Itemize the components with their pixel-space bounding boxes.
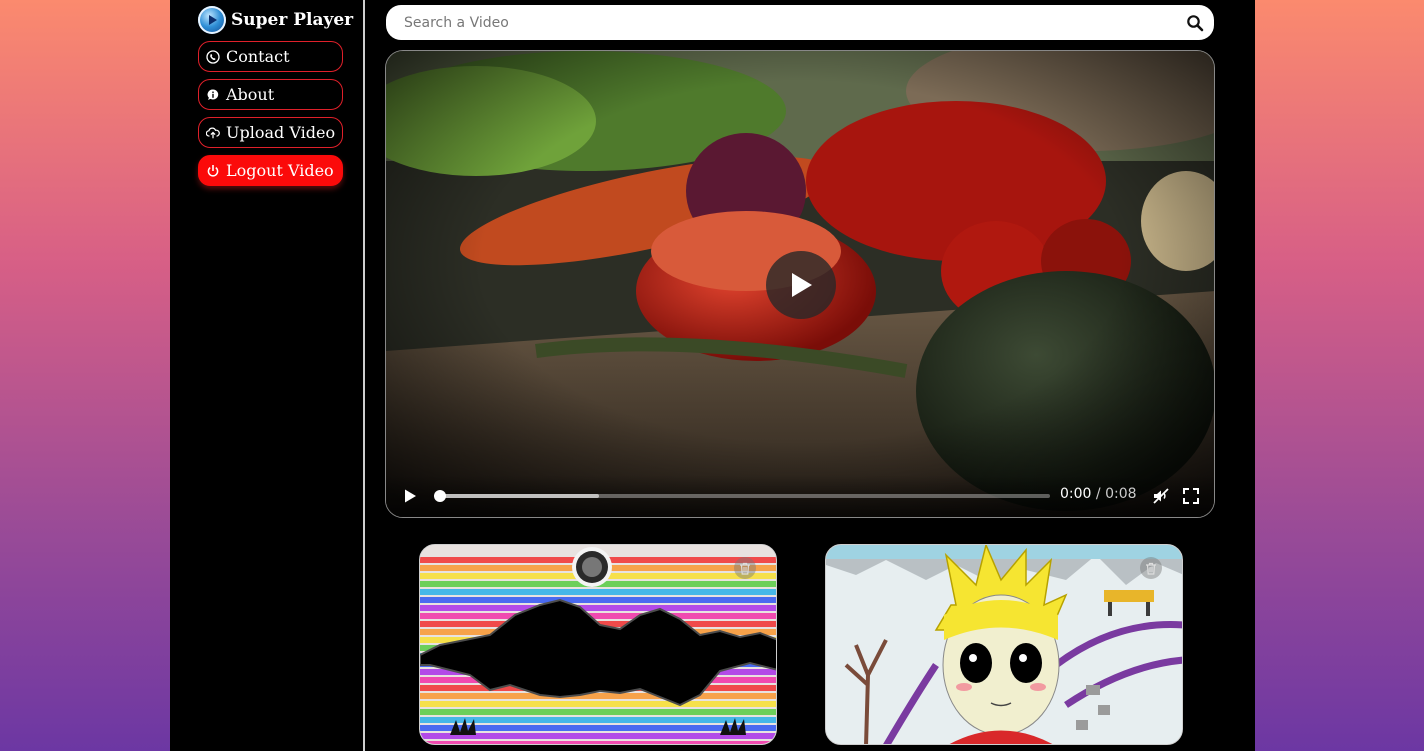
trash-icon bbox=[1146, 562, 1156, 575]
search-bar bbox=[386, 5, 1214, 40]
nav-about-button[interactable]: About bbox=[198, 79, 343, 110]
seek-bar[interactable] bbox=[434, 490, 1050, 502]
play-button[interactable] bbox=[402, 488, 418, 504]
mute-icon[interactable] bbox=[1152, 487, 1170, 505]
brand[interactable]: Super Player bbox=[198, 5, 353, 35]
fullscreen-icon[interactable] bbox=[1182, 487, 1200, 505]
phone-icon bbox=[206, 49, 220, 64]
search-icon[interactable] bbox=[1186, 14, 1204, 32]
video-card[interactable] bbox=[825, 544, 1183, 745]
current-time: 0:00 bbox=[1060, 486, 1092, 502]
video-thumbnail bbox=[420, 545, 776, 744]
seek-buffer bbox=[440, 494, 599, 498]
delete-video-button[interactable] bbox=[734, 557, 756, 579]
trash-icon bbox=[740, 562, 750, 575]
video-controls: 0:00 / 0:08 bbox=[386, 475, 1214, 517]
time-separator: / bbox=[1095, 486, 1101, 502]
duration: 0:08 bbox=[1105, 486, 1137, 502]
nav-contact-label: Contact bbox=[226, 47, 290, 66]
search-input[interactable] bbox=[402, 13, 1186, 32]
nav-logout-button[interactable]: Logout Video bbox=[198, 155, 343, 186]
big-play-button[interactable] bbox=[766, 251, 836, 319]
time-display: 0:00 / 0:08 bbox=[1060, 486, 1137, 502]
play-icon bbox=[792, 273, 812, 297]
nav-upload-button[interactable]: Upload Video bbox=[198, 117, 343, 148]
nav-upload-label: Upload Video bbox=[226, 123, 336, 142]
power-icon bbox=[206, 164, 220, 178]
video-card[interactable] bbox=[419, 544, 777, 745]
info-bubble-icon bbox=[206, 88, 220, 102]
sidebar-nav: Contact About Upload Video Logout Video bbox=[198, 41, 343, 193]
play-circle-icon bbox=[198, 6, 226, 34]
seek-handle[interactable] bbox=[434, 490, 446, 502]
app-container: Super Player Contact About Upload Video bbox=[170, 0, 1255, 751]
delete-video-button[interactable] bbox=[1140, 557, 1162, 579]
sidebar: Super Player Contact About Upload Video bbox=[170, 0, 365, 751]
video-thumbnail bbox=[826, 545, 1182, 744]
cloud-upload-icon bbox=[206, 126, 220, 140]
nav-about-label: About bbox=[226, 85, 275, 104]
brand-title: Super Player bbox=[231, 10, 354, 30]
nav-contact-button[interactable]: Contact bbox=[198, 41, 343, 72]
nav-logout-label: Logout Video bbox=[226, 161, 334, 180]
video-player[interactable]: 0:00 / 0:08 bbox=[385, 50, 1215, 518]
